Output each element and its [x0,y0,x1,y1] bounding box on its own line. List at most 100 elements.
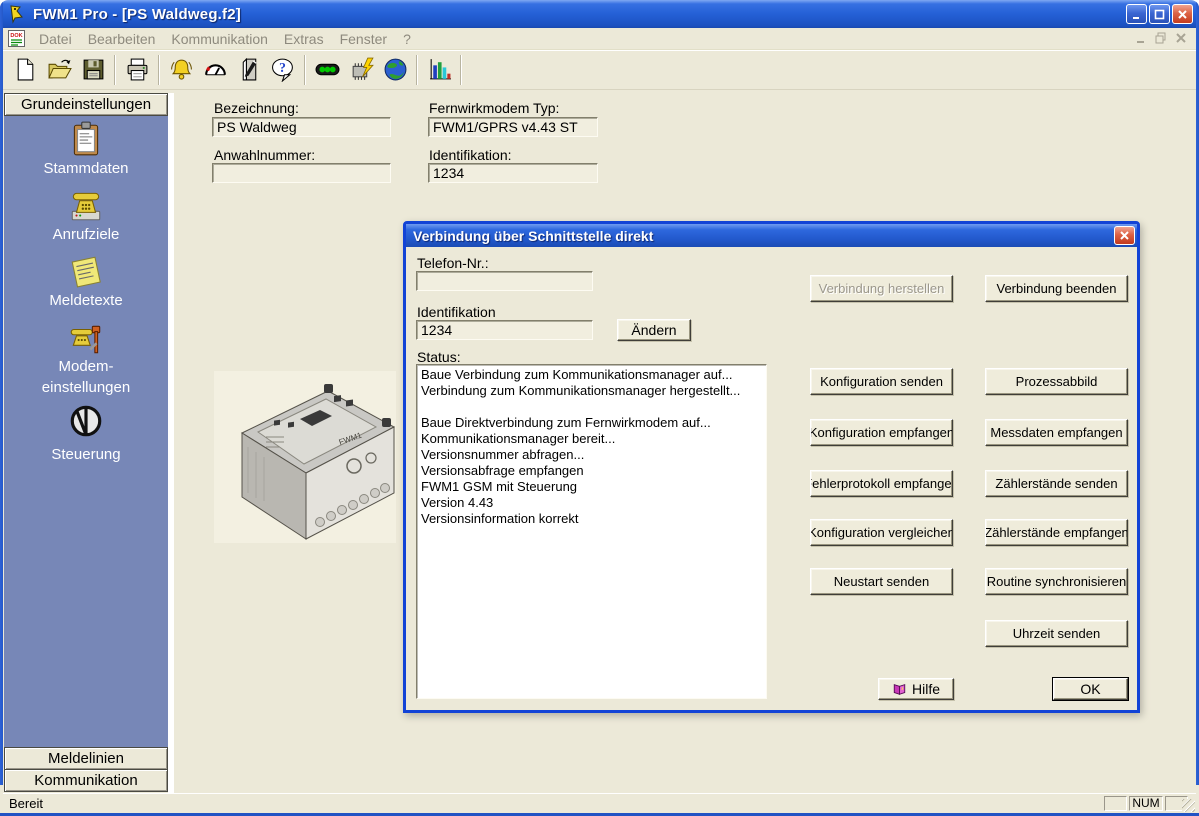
document-icon: DOK [8,30,25,47]
close-icon [1177,9,1188,20]
window-title: FWM1 Pro - [PS Waldweg.f2] [33,6,241,23]
svg-text:DOK: DOK [10,33,22,39]
verbindung-beenden-button[interactable]: Verbindung beenden [985,275,1128,302]
print-icon [125,57,150,82]
status-bar: Bereit NUM [3,793,1196,813]
menu-kommunikation[interactable]: Kommunikation [163,29,276,49]
help-book-icon [892,682,907,696]
phone-tools-icon[interactable] [67,320,105,358]
open-file-button[interactable] [42,54,76,86]
sidebar-item-anrufziele[interactable]: Anrufziele [4,226,168,243]
status-line: Versionsnummer abfragen... [421,447,762,463]
telephone-icon[interactable] [67,186,105,224]
resize-grip[interactable] [1182,799,1195,812]
modem-chip-button[interactable] [344,54,378,86]
mdi-restore-button [1154,31,1168,45]
close-icon [1119,230,1130,241]
fwm1-device-photo: FWM1 [214,371,396,543]
dialog-title: Verbindung über Schnittstelle direkt [413,228,653,244]
hilfe-button[interactable]: Hilfe [878,678,954,700]
telefon-nr-field[interactable] [416,271,593,291]
sidebar-item-meldetexte[interactable]: Meldetexte [4,292,168,309]
gauge-button[interactable] [198,54,232,86]
sidebar-tab-kommunikation[interactable]: Kommunikation [4,769,168,792]
minimize-button[interactable] [1126,4,1147,24]
sidebar-item-stammdaten[interactable]: Stammdaten [4,160,168,177]
sidebar-item-modemeinstellungen-line1[interactable]: Modem- [4,358,168,375]
event-log-button[interactable] [232,54,266,86]
internet-button[interactable] [378,54,412,86]
maximize-button[interactable] [1149,4,1170,24]
mdi-minimize-button [1134,31,1148,45]
neustart-senden-button[interactable]: Neustart senden [810,568,953,595]
fernwirkmodem-typ-label: Fernwirkmodem Typ: [429,100,559,116]
sidebar-item-modemeinstellungen-line2[interactable]: einstellungen [4,379,168,396]
status-line: Verbindung zum Kommunikationsmanager her… [421,383,762,399]
print-button[interactable] [120,54,154,86]
uhrzeit-senden-button[interactable]: Uhrzeit senden [985,620,1128,647]
hilfe-button-label: Hilfe [912,681,940,697]
status-line: Versionsinformation korrekt [421,511,762,527]
toolbar-separator [114,55,116,85]
status-line: Kommunikationsmanager bereit... [421,431,762,447]
fehlerprotokoll-empfangen-button[interactable]: Fehlerprotokoll empfangen [810,470,953,497]
statusbar-cell-caps [1104,796,1127,811]
sidebar-divider [168,93,174,793]
konfiguration-empfangen-button[interactable]: Konfiguration empfangen [810,419,953,446]
bezeichnung-field[interactable] [212,117,391,137]
mdi-close-button [1174,31,1188,45]
menu-extras[interactable]: Extras [276,29,332,49]
help-icon: ? [271,57,296,82]
menu-hilfe[interactable]: ? [395,29,419,49]
note-icon[interactable] [67,252,105,290]
routine-synchronisieren-button[interactable]: Routine synchronisieren [985,568,1128,595]
control-icon[interactable] [67,402,105,440]
svg-text:?: ? [279,60,286,75]
menu-bearbeiten[interactable]: Bearbeiten [80,29,164,49]
globe-icon [383,57,408,82]
status-line: Baue Verbindung zum Kommunikationsmanage… [421,367,762,383]
app-icon [7,4,27,24]
anwahlnummer-field[interactable] [212,163,391,183]
status-log[interactable]: Baue Verbindung zum Kommunikationsmanage… [416,364,767,699]
statistics-button[interactable] [422,54,456,86]
menu-datei[interactable]: Datei [31,29,80,49]
anwahlnummer-label: Anwahlnummer: [214,147,315,163]
ok-button[interactable]: OK [1053,678,1128,700]
dialog-identifikation-label: Identifikation [417,304,496,320]
menu-fenster[interactable]: Fenster [332,29,395,49]
toolbar: ? [3,50,1196,90]
application-window: FWM1 Pro - [PS Waldweg.f2] DOK Datei Bea… [0,0,1199,816]
konfiguration-vergleichen-button[interactable]: Konfiguration vergleichen [810,519,953,546]
dialog-identifikation-field[interactable] [416,320,593,340]
save-button[interactable] [76,54,110,86]
zaehlerstaende-empfangen-button[interactable]: Zählerstände empfangen [985,519,1128,546]
status-line: Versionsabfrage empfangen [421,463,762,479]
alarm-button[interactable] [164,54,198,86]
menu-bar: DOK Datei Bearbeiten Kommunikation Extra… [3,28,1196,50]
help-button[interactable]: ? [266,54,300,86]
sidebar-header-grundeinstellungen[interactable]: Grundeinstellungen [4,93,168,116]
new-document-button[interactable] [8,54,42,86]
aendern-button[interactable]: Ändern [617,319,691,341]
sidebar-tab-meldelinien[interactable]: Meldelinien [4,747,168,770]
prozessabbild-button[interactable]: Prozessabbild [985,368,1128,395]
messdaten-empfangen-button[interactable]: Messdaten empfangen [985,419,1128,446]
modem-chip-icon [349,57,374,82]
event-log-icon [237,57,262,82]
close-button[interactable] [1172,4,1193,24]
connection-status-button[interactable] [310,54,344,86]
save-icon [81,57,106,82]
maximize-icon [1154,9,1165,20]
fernwirkmodem-typ-field[interactable] [428,117,598,137]
identifikation-field[interactable] [428,163,598,183]
title-bar: FWM1 Pro - [PS Waldweg.f2] [0,0,1199,28]
status-line: FWM1 GSM mit Steuerung [421,479,762,495]
statusbar-cell-num: NUM [1129,796,1163,811]
dialog-close-button[interactable] [1114,226,1135,245]
clipboard-icon[interactable] [67,120,105,158]
zaehlerstaende-senden-button[interactable]: Zählerstände senden [985,470,1128,497]
konfiguration-senden-button[interactable]: Konfiguration senden [810,368,953,395]
sidebar-panel: Stammdaten Anrufziele Meldetexte [4,116,168,747]
sidebar-item-steuerung[interactable]: Steuerung [4,446,168,463]
